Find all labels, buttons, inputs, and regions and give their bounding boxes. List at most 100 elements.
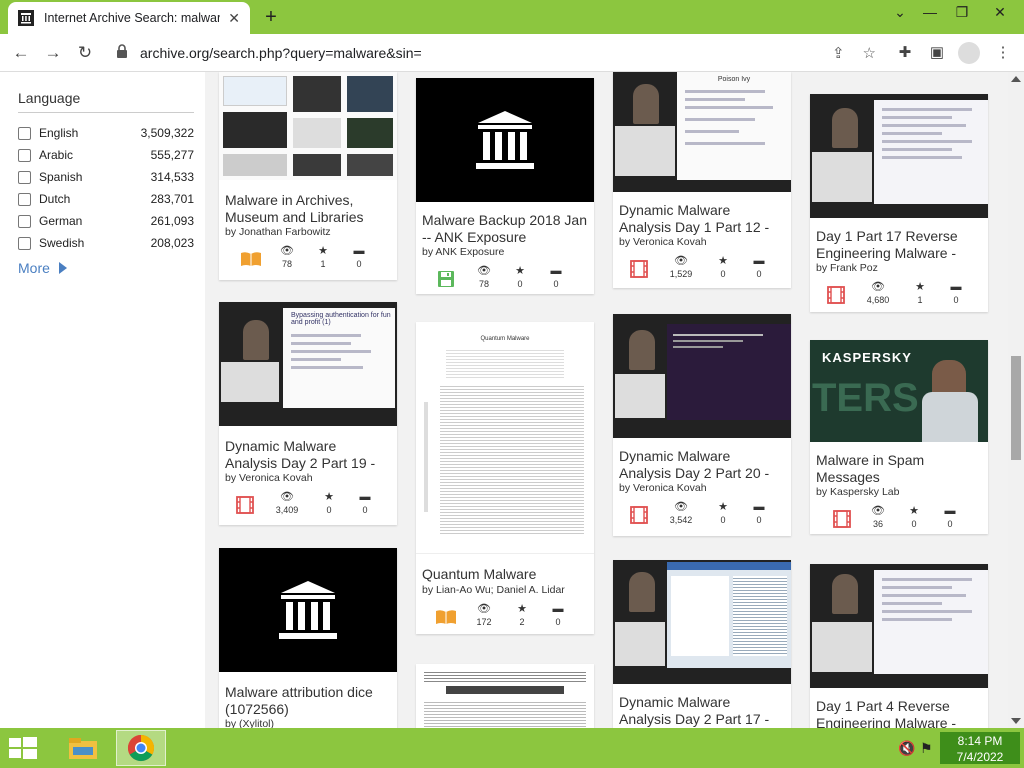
file-explorer-taskbar-button[interactable] (58, 730, 108, 766)
result-card[interactable]: Malware Backup 2018 Jan -- ANK Exposure … (416, 78, 594, 294)
forward-arrow-icon[interactable]: → (40, 40, 66, 66)
close-window-icon[interactable]: ✕ (984, 0, 1016, 28)
chrome-icon (127, 734, 155, 762)
result-card[interactable]: Day 1 Part 4 Reverse Engineering Malware… (810, 564, 988, 728)
result-thumbnail[interactable] (219, 72, 397, 180)
result-creator[interactable]: by Veronica Kovah (619, 236, 787, 248)
facet-arabic[interactable]: Arabic 555,277 (18, 146, 194, 164)
result-card[interactable]: Bypassing authentication for fun and pro… (219, 302, 397, 525)
result-card[interactable] (416, 664, 594, 728)
result-card[interactable]: KASPERSKY TERS Malware in Spam Messages … (810, 340, 988, 534)
volume-muted-icon[interactable]: 🔇 (898, 740, 915, 757)
reviews-count: 0 (356, 259, 362, 269)
archive-temple-icon (476, 111, 534, 169)
favorites-count: 0 (720, 515, 726, 525)
scroll-down-icon[interactable] (1011, 718, 1021, 724)
result-thumbnail[interactable] (416, 78, 594, 202)
profile-avatar-icon[interactable] (958, 42, 980, 64)
result-thumbnail[interactable] (613, 314, 791, 438)
share-icon[interactable]: ⇪ (832, 44, 845, 62)
result-thumbnail[interactable] (810, 564, 988, 688)
checkbox[interactable] (18, 148, 31, 162)
result-title[interactable]: Dynamic Malware Analysis Day 1 Part 12 - (619, 202, 785, 236)
result-thumbnail[interactable]: Poison Ivy (613, 72, 791, 192)
result-title[interactable]: Dynamic Malware Analysis Day 2 Part 20 - (619, 448, 785, 482)
result-thumbnail[interactable] (219, 548, 397, 672)
lock-icon[interactable] (116, 43, 128, 63)
result-title[interactable]: Malware in Spam Messages (816, 452, 982, 486)
result-creator[interactable]: by (Xylitol) (225, 718, 393, 728)
result-card[interactable]: Malware attribution dice (1072566) by (X… (219, 548, 397, 728)
result-title[interactable]: Malware in Archives, Museum and Librarie… (225, 192, 391, 226)
scrollbar-thumb[interactable] (1011, 356, 1021, 460)
facet-count: 555,277 (150, 148, 194, 162)
result-creator[interactable]: by ANK Exposure (422, 246, 590, 258)
tab-close-icon[interactable]: ✕ (228, 10, 240, 27)
checkbox[interactable] (18, 126, 31, 140)
result-title[interactable]: Malware Backup 2018 Jan -- ANK Exposure (422, 212, 588, 246)
facet-label: Spanish (39, 170, 83, 184)
reload-icon[interactable]: ↻ (72, 40, 98, 66)
facet-swedish[interactable]: Swedish 208,023 (18, 234, 194, 252)
result-card[interactable]: Quantum Malware Quantum Malware by Lian-… (416, 322, 594, 634)
result-card[interactable]: Poison Ivy Dynamic Malware Analysis Day … (613, 72, 791, 288)
favorites-star-icon: ★ (517, 603, 527, 615)
bookmark-star-icon[interactable]: ☆ (863, 44, 876, 62)
new-tab-button[interactable]: + (260, 4, 282, 30)
checkbox[interactable] (18, 170, 31, 184)
notification-flag-icon[interactable]: ⚑ (920, 740, 933, 757)
result-card[interactable]: Dynamic Malware Analysis Day 2 Part 20 -… (613, 314, 791, 536)
film-mediatype-icon (627, 258, 651, 280)
checkbox[interactable] (18, 214, 31, 228)
chrome-taskbar-button[interactable] (116, 730, 166, 766)
back-arrow-icon[interactable]: ← (8, 40, 34, 66)
result-thumbnail[interactable] (810, 94, 988, 218)
paper-title: Quantum Malware (480, 336, 530, 342)
facet-label: English (39, 126, 79, 140)
minimize-icon[interactable]: — (914, 0, 946, 28)
tab-search-icon[interactable]: ⌄ (884, 0, 916, 28)
result-creator[interactable]: by Veronica Kovah (225, 472, 393, 484)
result-creator[interactable]: by Jonathan Farbowitz (225, 226, 393, 238)
more-menu-icon[interactable]: ⋮ (992, 42, 1014, 64)
browser-tab[interactable]: Internet Archive Search: malware ✕ (8, 2, 250, 34)
facet-german[interactable]: German 261,093 (18, 212, 194, 230)
facet-english[interactable]: English 3,509,322 (18, 124, 194, 142)
result-creator[interactable]: by Kaspersky Lab (816, 486, 984, 498)
side-panel-icon[interactable]: ▣ (926, 42, 948, 64)
windows-start-icon[interactable] (8, 737, 38, 759)
address-bar[interactable]: archive.org/search.php?query=malware&sin… (106, 38, 886, 68)
result-title[interactable]: Dynamic Malware Analysis Day 2 Part 17 - (619, 694, 785, 728)
facet-count: 208,023 (150, 236, 194, 250)
favorites-count: 1 (917, 295, 923, 305)
extensions-puzzle-icon[interactable]: ✚ (894, 42, 916, 64)
system-clock[interactable]: 8:14 PM 7/4/2022 (940, 732, 1020, 764)
result-card[interactable]: Malware in Archives, Museum and Librarie… (219, 72, 397, 280)
result-title[interactable]: Dynamic Malware Analysis Day 2 Part 19 - (225, 438, 391, 472)
restore-icon[interactable]: ❐ (946, 0, 978, 28)
result-title[interactable]: Malware attribution dice (1072566) (225, 684, 391, 718)
result-creator[interactable]: by Frank Poz (816, 262, 984, 274)
result-card[interactable]: Dynamic Malware Analysis Day 2 Part 17 - (613, 560, 791, 728)
result-thumbnail[interactable]: Quantum Malware (416, 322, 594, 554)
result-thumbnail[interactable]: KASPERSKY TERS (810, 340, 988, 442)
page-scrollbar[interactable] (1008, 72, 1024, 728)
facet-spanish[interactable]: Spanish 314,533 (18, 168, 194, 186)
more-facets-link[interactable]: More (18, 260, 67, 276)
result-card[interactable]: Day 1 Part 17 Reverse Engineering Malwar… (810, 94, 988, 312)
result-thumbnail[interactable] (416, 664, 594, 728)
result-stats: 👁 3,409 ★ 0 ▬ 0 (219, 490, 397, 522)
result-thumbnail[interactable]: Bypassing authentication for fun and pro… (219, 302, 397, 426)
url-text[interactable]: archive.org/search.php?query=malware&sin… (140, 45, 814, 61)
result-title[interactable]: Quantum Malware (422, 566, 588, 583)
result-creator[interactable]: by Lian-Ao Wu; Daniel A. Lidar (422, 584, 590, 596)
result-creator[interactable]: by Veronica Kovah (619, 482, 787, 494)
facet-dutch[interactable]: Dutch 283,701 (18, 190, 194, 208)
result-title[interactable]: Day 1 Part 4 Reverse Engineering Malware… (816, 698, 982, 728)
result-thumbnail[interactable] (613, 560, 791, 684)
checkbox[interactable] (18, 236, 31, 250)
result-title[interactable]: Day 1 Part 17 Reverse Engineering Malwar… (816, 228, 982, 262)
checkbox[interactable] (18, 192, 31, 206)
scroll-up-icon[interactable] (1011, 76, 1021, 82)
windows-taskbar: 🔇 ⚑ 8:14 PM 7/4/2022 (0, 728, 1024, 768)
